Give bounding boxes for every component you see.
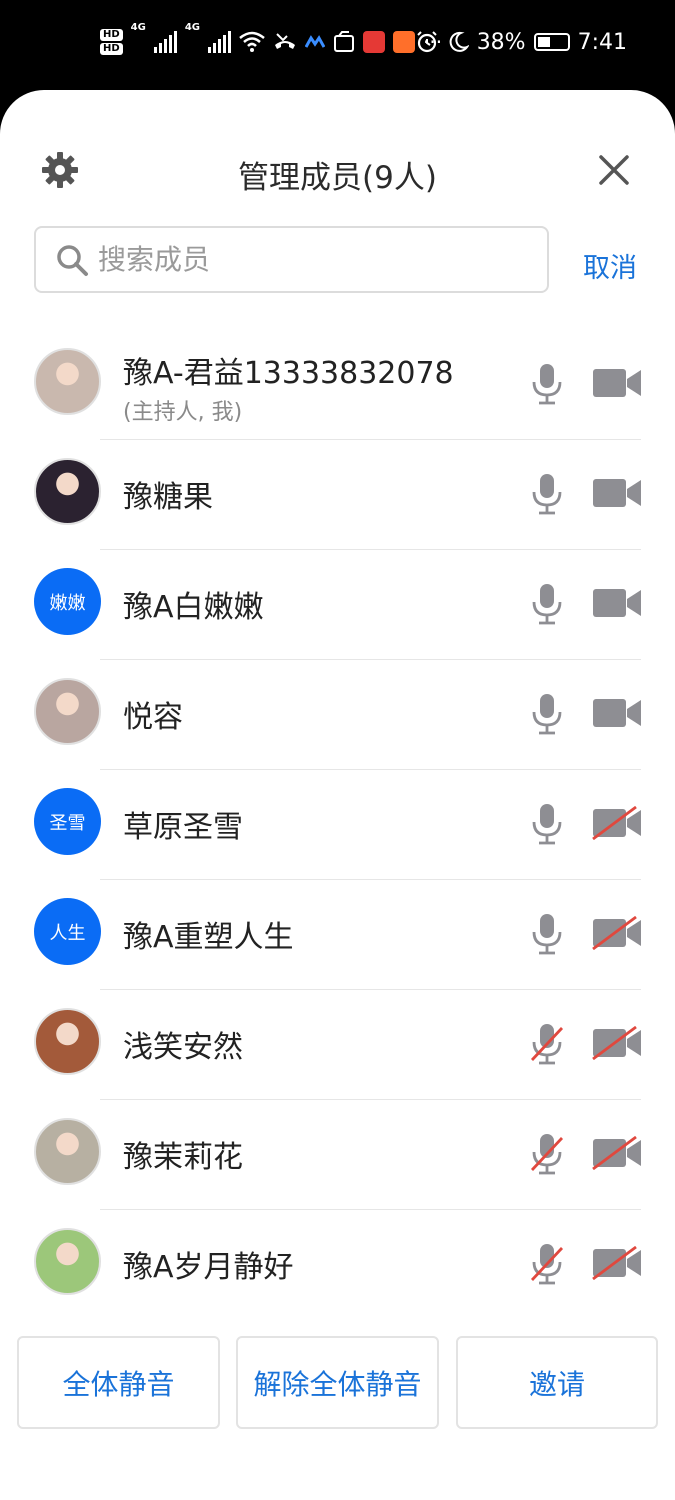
search-icon [57,244,88,276]
camera-off-icon[interactable] [592,1246,642,1280]
cancel-button[interactable]: 取消 [583,246,637,285]
mic-muted-icon[interactable] [530,1242,564,1286]
member-row[interactable]: 嫩嫩 豫A白嫩嫩 [0,550,675,660]
status-bar: HD HD 4G 4G ··· 38% 7:41 [0,0,675,88]
camera-icon[interactable] [592,476,642,510]
member-row[interactable]: 圣雪 草原圣雪 [0,770,675,880]
missed-call-icon [275,33,296,49]
search-field[interactable] [34,226,549,293]
camera-off-icon[interactable] [592,916,642,950]
member-row[interactable]: 浅笑安然 [0,990,675,1100]
member-name: 豫A-君益13333832078 [123,356,454,391]
mute-all-button[interactable]: 全体静音 [17,1336,220,1429]
avatar [34,678,101,745]
member-row[interactable]: 豫茉莉花 [0,1100,675,1210]
avatar: 人生 [34,898,101,965]
status-time: 7:41 [577,29,627,55]
manage-members-sheet: 管理成员(9人) 取消 豫A-君益13333832078 (主持人, 我) 豫糖果… [0,90,675,1500]
signal-icon [153,31,177,53]
avatar [34,348,101,415]
signal-icon-2 [208,31,232,53]
member-name: 悦容 [123,700,183,735]
unmute-all-button[interactable]: 解除全体静音 [236,1336,439,1429]
member-role: (主持人, 我) [123,400,243,425]
battery-percent: 38% [476,29,526,55]
avatar: 嫩嫩 [34,568,101,635]
moon-icon [449,31,469,52]
status-right: 38% 7:41 [415,22,627,62]
hd-icon: HD HD [100,29,123,55]
camera-icon[interactable] [592,366,642,400]
member-row[interactable]: 悦容 [0,660,675,770]
status-left: HD HD 4G 4G ··· [100,22,442,62]
mic-icon[interactable] [530,912,564,956]
network-type-label: 4G [130,22,146,33]
mic-icon[interactable] [530,692,564,736]
avatar: 圣雪 [34,788,101,855]
mic-icon[interactable] [530,582,564,626]
mic-muted-icon[interactable] [530,1132,564,1176]
camera-off-icon[interactable] [592,1026,642,1060]
mic-icon[interactable] [530,362,564,406]
member-name: 浅笑安然 [123,1030,243,1065]
network-type-label-2: 4G [184,22,201,33]
camera-icon[interactable] [592,586,642,620]
member-name: 豫A岁月静好 [123,1250,294,1285]
member-row[interactable]: 豫A-君益13333832078 (主持人, 我) [0,330,675,440]
mic-muted-icon[interactable] [530,1022,564,1066]
mic-icon[interactable] [530,472,564,516]
app-icon [305,35,326,48]
member-name: 豫A重塑人生 [123,920,294,955]
member-name: 草原圣雪 [123,810,243,845]
camera-icon[interactable] [592,696,642,730]
member-row[interactable]: 豫A岁月静好 [0,1210,675,1320]
page-title: 管理成员(9人) [238,160,437,196]
invite-button[interactable]: 邀请 [456,1336,658,1429]
sheet-header: 管理成员(9人) [0,90,675,230]
camera-off-icon[interactable] [592,806,642,840]
close-icon[interactable] [596,152,632,188]
member-list: 豫A-君益13333832078 (主持人, 我) 豫糖果 嫩嫩 豫A白嫩嫩 悦容 [0,330,675,1320]
wifi-icon [239,31,265,52]
avatar [34,1118,101,1185]
member-name: 豫茉莉花 [123,1140,243,1175]
avatar [34,1228,101,1295]
mic-icon[interactable] [530,802,564,846]
member-name: 豫糖果 [123,480,213,515]
alarm-icon [416,31,437,53]
camera-off-icon[interactable] [592,1136,642,1170]
battery-icon [533,33,570,51]
member-row[interactable]: 豫糖果 [0,440,675,550]
avatar [34,1008,101,1075]
search-input[interactable] [98,243,518,276]
app-icon-2 [334,31,355,52]
app-icon-3 [393,31,416,53]
record-icon [363,31,386,53]
footer-actions: 全体静音 解除全体静音 邀请 [0,1336,675,1430]
member-name: 豫A白嫩嫩 [123,590,264,625]
member-row[interactable]: 人生 豫A重塑人生 [0,880,675,990]
avatar [34,458,101,525]
